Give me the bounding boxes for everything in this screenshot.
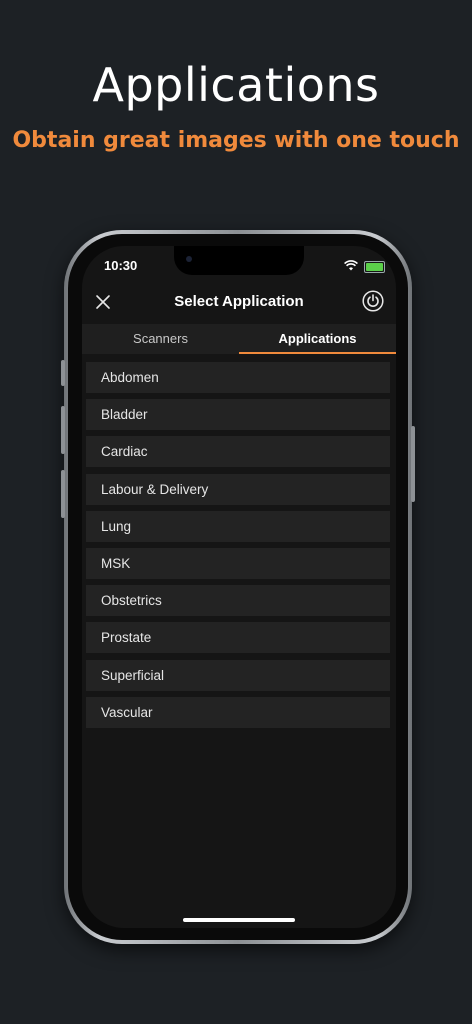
battery-icon bbox=[364, 261, 385, 273]
side-power-button bbox=[411, 426, 415, 502]
list-item-vascular[interactable]: Vascular bbox=[86, 696, 390, 728]
list-item-bladder[interactable]: Bladder bbox=[86, 399, 390, 431]
page-title: Select Application bbox=[174, 293, 304, 310]
list-item-abdomen[interactable]: Abdomen bbox=[86, 362, 390, 393]
application-list: Abdomen Bladder Cardiac Labour & Deliver… bbox=[86, 362, 390, 734]
volume-up-button bbox=[61, 406, 65, 454]
camera-icon bbox=[186, 256, 192, 262]
tab-selected-indicator bbox=[239, 352, 396, 354]
list-item-superficial[interactable]: Superficial bbox=[86, 659, 390, 691]
status-time: 10:30 bbox=[104, 258, 138, 273]
volume-down-button bbox=[61, 470, 65, 518]
list-item-cardiac[interactable]: Cardiac bbox=[86, 436, 390, 468]
list-item-prostate[interactable]: Prostate bbox=[86, 622, 390, 654]
list-item-obstetrics[interactable]: Obstetrics bbox=[86, 585, 390, 617]
list-item-msk[interactable]: MSK bbox=[86, 547, 390, 579]
battery-level bbox=[366, 263, 383, 271]
home-indicator[interactable] bbox=[183, 918, 295, 922]
wifi-icon bbox=[344, 260, 358, 271]
list-item-lung[interactable]: Lung bbox=[86, 510, 390, 542]
tab-scanners[interactable]: Scanners bbox=[82, 324, 239, 354]
tab-bar: Scanners Applications bbox=[82, 324, 396, 354]
phone-screen: 10:30 Select Application Scanners Applic… bbox=[82, 246, 396, 928]
list-item-labour-delivery[interactable]: Labour & Delivery bbox=[86, 473, 390, 505]
notch bbox=[174, 246, 304, 275]
power-icon[interactable] bbox=[362, 290, 384, 312]
silent-switch bbox=[61, 360, 65, 386]
nav-bar: Select Application bbox=[82, 284, 396, 322]
hero-title: Applications bbox=[92, 58, 380, 112]
tab-applications[interactable]: Applications bbox=[239, 324, 396, 354]
hero-subtitle: Obtain great images with one touch bbox=[12, 128, 460, 153]
